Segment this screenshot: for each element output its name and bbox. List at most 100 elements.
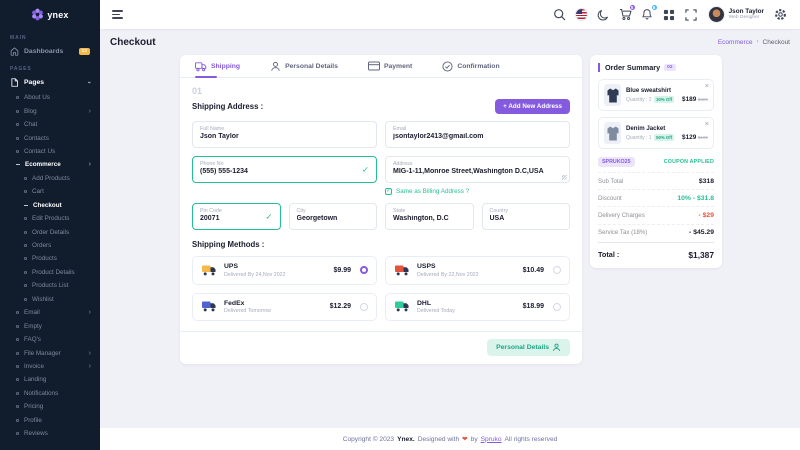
fullscreen-icon[interactable] <box>684 7 699 22</box>
sidebar-item-label: Contact Us <box>24 148 55 155</box>
sidebar-item-edit-products[interactable]: Edit Products <box>0 212 100 225</box>
order-count-badge: 02 <box>664 64 675 71</box>
product-quantity: Quantity : 2 <box>626 97 652 103</box>
sidebar-item-dashboards[interactable]: Dashboards 12 <box>0 43 100 60</box>
sidebar-item-email[interactable]: Email › <box>0 306 100 319</box>
sidebar-item-blog[interactable]: Blog› <box>0 104 100 117</box>
sidebar-item-landing[interactable]: Landing <box>0 373 100 386</box>
country-field[interactable]: Country USA <box>482 203 571 230</box>
sidebar-item-pricing[interactable]: Pricing <box>0 400 100 413</box>
radio-button[interactable] <box>553 266 561 274</box>
shipping-method-ups[interactable]: UPSDelivered By 24,Nov 2022$9.99 <box>192 256 377 285</box>
sidebar-item-order-details[interactable]: Order Details <box>0 225 100 238</box>
breadcrumb-parent[interactable]: Ecommerce <box>718 39 753 46</box>
delivery-truck-icon <box>394 265 411 276</box>
sidebar-item-pages[interactable]: Pages › <box>0 74 100 91</box>
notifications-bell-icon[interactable]: 6 <box>640 7 655 22</box>
chevron-right-icon: › <box>89 350 91 357</box>
cart-icon[interactable]: 5 <box>618 7 633 22</box>
sidebar-item-reviews[interactable]: Reviews <box>0 427 100 440</box>
sidebar-item-contact-us[interactable]: Contact Us <box>0 145 100 158</box>
textarea-resize-handle[interactable] <box>562 175 567 180</box>
add-new-address-button[interactable]: + Add New Address <box>495 99 570 114</box>
product-name: Denim Jacket <box>626 125 708 132</box>
field-label: State <box>393 208 466 214</box>
email-field[interactable]: Email jsontaylor2413@gmail.com <box>385 121 570 148</box>
delivery-truck-icon <box>201 265 218 276</box>
brand-name: ynex <box>47 10 68 20</box>
sidebar-item-label: Blog <box>24 108 37 115</box>
sidebar-item-profile[interactable]: Profile <box>0 414 100 427</box>
full-name-field[interactable]: Full Name Json Taylor <box>192 121 377 148</box>
product-old-price: $189 <box>698 135 708 140</box>
sidebar-item-invoice[interactable]: Invoice› <box>0 360 100 373</box>
person-icon <box>270 61 281 72</box>
chevron-right-icon: › <box>89 309 91 316</box>
settings-gear-icon[interactable] <box>773 7 788 22</box>
footer-designer-link[interactable]: Spruko <box>481 436 502 443</box>
sidebar-item-orders[interactable]: Orders <box>0 239 100 252</box>
profile-text: Json Taylor Web Designer <box>729 8 764 21</box>
phone-field[interactable]: Phone No (555) 555-1234 ✓ <box>192 156 377 183</box>
sidebar-item-chat[interactable]: Chat <box>0 118 100 131</box>
sidebar-item-label: Ecommerce <box>25 161 61 168</box>
shipping-method-dhl[interactable]: DHLDelivered Today$18.99 <box>385 293 570 322</box>
circle-bullet-icon <box>16 419 19 422</box>
user-profile[interactable]: Json Taylor Web Designer <box>708 6 764 23</box>
hamburger-menu-icon[interactable] <box>112 10 123 18</box>
remove-item-icon[interactable]: × <box>705 82 709 90</box>
sidebar-item-cart[interactable]: Cart <box>0 185 100 198</box>
sidebar-item-about-us[interactable]: About Us <box>0 91 100 104</box>
sidebar-item-file-manager[interactable]: File Manager › <box>0 346 100 359</box>
radio-button[interactable] <box>360 266 368 274</box>
location-form-grid: Pin Code 20071 ✓ City Georgetown State W… <box>192 203 570 230</box>
page-header: Checkout Ecommerce › Checkout <box>108 29 792 55</box>
valid-check-icon: ✓ <box>265 211 272 222</box>
dashboards-count-badge: 12 <box>79 48 90 55</box>
brand-logo[interactable]: ynex <box>0 0 100 29</box>
billing-address-checkbox[interactable]: ✓ Same as Billing Address ? <box>385 188 570 195</box>
circle-bullet-icon <box>16 338 19 341</box>
sidebar-item-empty[interactable]: Empty <box>0 319 100 332</box>
coupon-applied-status: COUPON APPLIED <box>664 159 714 165</box>
tab-personal-details[interactable]: Personal Details <box>270 55 338 77</box>
sidebar-item-checkout[interactable]: Checkout <box>0 199 100 212</box>
dark-mode-moon-icon[interactable] <box>596 7 611 22</box>
user-role: Web Designer <box>729 15 764 21</box>
order-item: Blue sweatshirtQuantity : 230% Off$189$3… <box>598 79 714 111</box>
language-flag-icon[interactable] <box>574 7 589 22</box>
remove-item-icon[interactable]: × <box>705 120 709 128</box>
sidebar-item-wishlist[interactable]: Wishlist <box>0 293 100 306</box>
summary-row-discount: Discount10% - $31.8 <box>598 189 714 206</box>
delivery-truck-icon <box>201 301 218 312</box>
shipping-method-fedex[interactable]: FedExDelivered Tomorrow$12.29 <box>192 293 377 322</box>
radio-button[interactable] <box>553 303 561 311</box>
shipping-method-usps[interactable]: USPSDelivered By 22,Nov 2022$10.49 <box>385 256 570 285</box>
sidebar-item-notifications[interactable]: Notifications <box>0 387 100 400</box>
sidebar-item-ecommerce[interactable]: Ecommerce› <box>0 158 100 171</box>
state-field[interactable]: State Washington, D.C <box>385 203 474 230</box>
sidebar-item-contacts[interactable]: Contacts <box>0 131 100 144</box>
address-textarea[interactable]: Address MIG-1-11,Monroe Street,Washingto… <box>385 156 570 183</box>
sidebar-item-products-list[interactable]: Products List <box>0 279 100 292</box>
radio-button[interactable] <box>360 303 368 311</box>
pin-code-field[interactable]: Pin Code 20071 ✓ <box>192 203 281 230</box>
sidebar-item-label: Email <box>24 309 40 316</box>
city-field[interactable]: City Georgetown <box>289 203 378 230</box>
sidebar-item-add-products[interactable]: Add Products <box>0 172 100 185</box>
sidebar-item-faq-s[interactable]: FAQ's <box>0 333 100 346</box>
sidebar-item-label: Product Details <box>32 269 75 276</box>
sidebar-item-products[interactable]: Products <box>0 252 100 265</box>
tab-shipping[interactable]: Shipping <box>195 55 240 77</box>
tab-payment[interactable]: Payment <box>368 55 412 77</box>
apps-grid-icon[interactable] <box>662 7 677 22</box>
sidebar-item-product-details[interactable]: Product Details <box>0 266 100 279</box>
order-summary-card: Order Summary 02 Blue sweatshirtQuantity… <box>590 55 722 268</box>
personal-details-next-button[interactable]: Personal Details <box>487 339 570 356</box>
sidebar-item-label: File Manager <box>24 350 61 357</box>
notification-count-badge: 6 <box>651 4 658 11</box>
discount-badge: 50% Off <box>654 134 674 141</box>
tab-confirmation[interactable]: Confirmation <box>442 55 499 77</box>
search-icon[interactable] <box>552 7 567 22</box>
sidebar-item-label: Dashboards <box>24 48 63 55</box>
